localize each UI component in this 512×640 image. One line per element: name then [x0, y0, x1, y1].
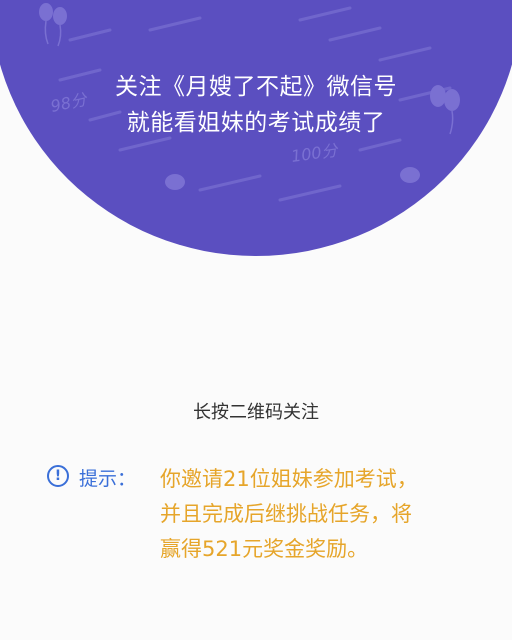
chalk-icon: [165, 167, 420, 190]
exclamation-circle-icon: !: [47, 465, 69, 487]
hero-title-line1: 关注《月嫂了不起》微信号: [115, 74, 397, 100]
page: 98分 100分 关注《月嫂了不起》微信号 就能看姐妹的考试成绩了 长按二维码关…: [0, 0, 512, 640]
tip-label: 提示：: [79, 468, 137, 490]
qr-hint-text: 长按二维码关注: [193, 402, 319, 423]
balloon-icon: [39, 3, 67, 47]
tip-line-3: 赢得521元奖金奖励。: [160, 537, 369, 561]
tip-line-2: 并且完成后继挑战任务，将: [160, 502, 412, 526]
tip-body: 你邀请21位姐妹参加考试， 并且完成后继挑战任务，将 赢得521元奖金奖励。: [160, 462, 490, 567]
hero-title-line2: 就能看姐妹的考试成绩了: [126, 110, 386, 136]
tip-line-1: 你邀请21位姐妹参加考试，: [160, 467, 418, 491]
score-100-text: 100分: [290, 140, 341, 166]
